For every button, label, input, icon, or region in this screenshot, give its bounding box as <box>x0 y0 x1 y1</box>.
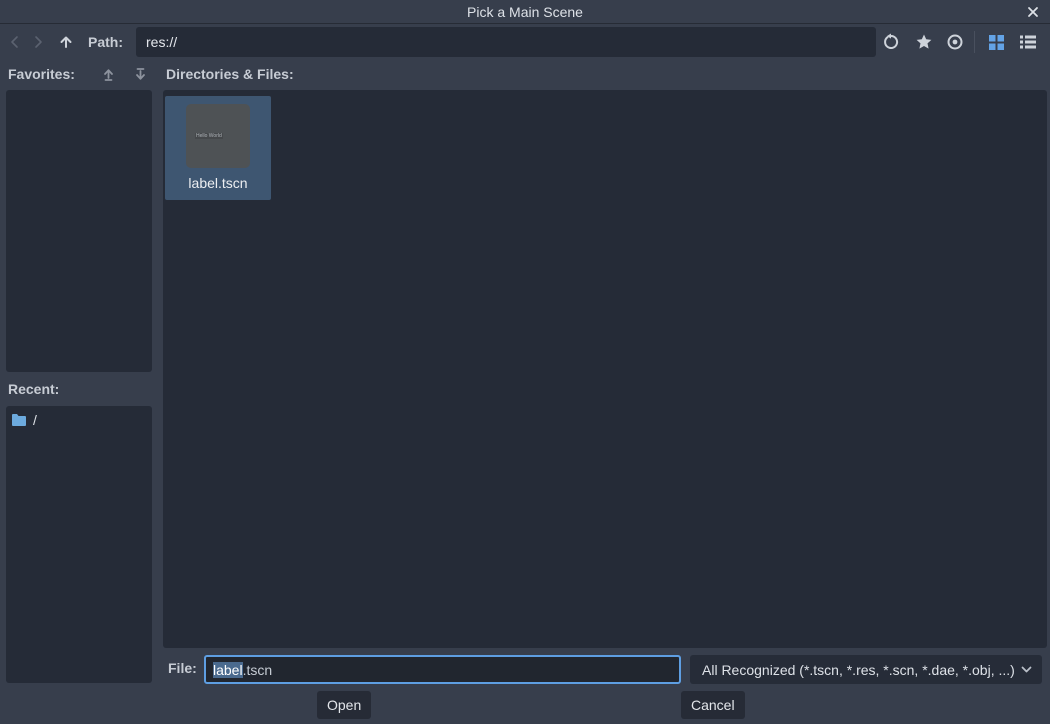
list-view-button[interactable] <box>1017 31 1039 53</box>
open-button[interactable]: Open <box>317 691 371 719</box>
path-input[interactable]: res:// <box>136 27 876 57</box>
favorite-move-down-button[interactable] <box>131 65 149 83</box>
recent-item-label: / <box>33 412 37 428</box>
list-view-icon <box>1019 34 1037 50</box>
files-panel[interactable]: Hello World label.tscn <box>163 90 1047 648</box>
recent-label: Recent: <box>8 381 59 397</box>
chevron-left-icon <box>8 35 22 49</box>
eye-icon <box>946 33 964 51</box>
filename-selected-text: label <box>213 662 243 678</box>
arrow-up-icon <box>58 34 74 50</box>
filter-selected-value: All Recognized (*.tscn, *.res, *.scn, *.… <box>702 662 1015 678</box>
chevron-right-icon <box>31 35 45 49</box>
star-icon <box>915 33 933 51</box>
directories-files-label: Directories & Files: <box>166 66 294 82</box>
favorite-move-up-button[interactable] <box>99 65 117 83</box>
up-directory-button[interactable] <box>56 32 76 52</box>
file-filter-dropdown[interactable]: All Recognized (*.tscn, *.res, *.scn, *.… <box>690 655 1042 684</box>
filename-rest-text: .tscn <box>243 662 273 678</box>
grid-view-button[interactable] <box>985 31 1007 53</box>
titlebar: Pick a Main Scene <box>0 0 1050 24</box>
dialog-title: Pick a Main Scene <box>467 4 583 20</box>
filename-input[interactable]: label.tscn <box>204 655 681 684</box>
back-button[interactable] <box>6 33 24 51</box>
forward-button[interactable] <box>29 33 47 51</box>
pick-main-scene-dialog: Pick a Main Scene Path: res:// <box>0 0 1050 724</box>
file-name: label.tscn <box>188 175 247 191</box>
toolbar-separator <box>974 31 975 53</box>
file-label: File: <box>168 660 197 676</box>
favorites-label: Favorites: <box>8 66 75 82</box>
file-thumbnail: Hello World <box>186 104 250 168</box>
file-item-label-tscn[interactable]: Hello World label.tscn <box>165 96 271 200</box>
grid-view-icon <box>988 34 1005 51</box>
move-up-icon <box>101 67 116 82</box>
refresh-icon <box>882 33 900 51</box>
toggle-hidden-files-button[interactable] <box>944 31 966 53</box>
refresh-button[interactable] <box>880 31 902 53</box>
folder-icon <box>11 413 27 427</box>
file-preview-text: Hello World <box>195 133 223 139</box>
cancel-button[interactable]: Cancel <box>681 691 745 719</box>
close-button[interactable] <box>1024 3 1042 21</box>
favorites-panel[interactable] <box>6 90 152 372</box>
chevron-down-icon <box>1020 663 1033 676</box>
favorite-button[interactable] <box>913 31 935 53</box>
close-icon <box>1026 5 1040 19</box>
move-down-icon <box>133 67 148 82</box>
path-value: res:// <box>146 34 177 50</box>
recent-item[interactable]: / <box>6 406 152 432</box>
path-label: Path: <box>88 34 123 50</box>
recent-panel: / <box>6 406 152 683</box>
